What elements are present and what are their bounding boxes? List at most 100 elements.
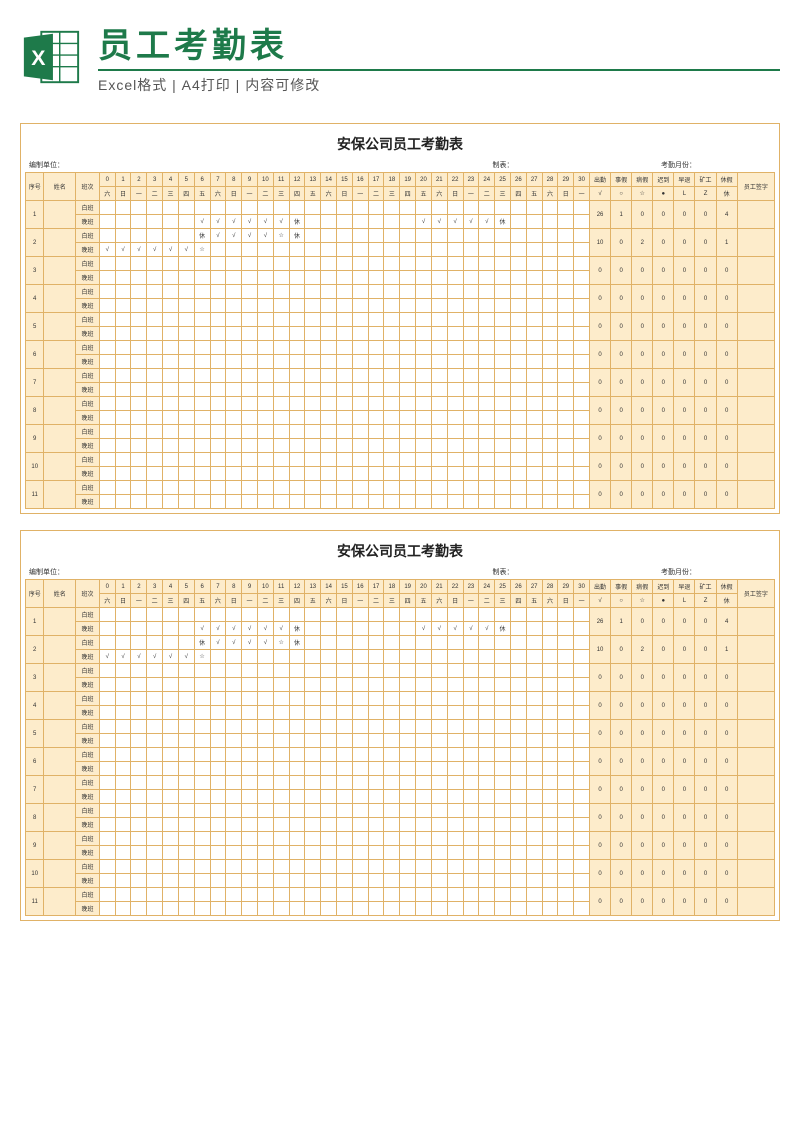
mark-cell (447, 860, 463, 874)
mark-cell (131, 495, 147, 509)
mark-cell (178, 860, 194, 874)
mark-cell (558, 776, 574, 790)
mark-cell (147, 776, 163, 790)
mark-cell (289, 650, 305, 664)
mark-cell (495, 355, 511, 369)
stat-cell: 0 (611, 664, 632, 692)
mark-cell: 休 (194, 229, 210, 243)
mark-cell (368, 201, 384, 215)
mark-cell (337, 678, 353, 692)
mark-cell (242, 762, 258, 776)
mark-cell (210, 425, 226, 439)
mark-cell (210, 285, 226, 299)
mark-cell (447, 327, 463, 341)
mark-cell (495, 636, 511, 650)
mark-cell (510, 201, 526, 215)
mark-cell: √ (431, 215, 447, 229)
mark-cell (558, 313, 574, 327)
weekday: 日 (115, 187, 131, 201)
weekday: 四 (400, 594, 416, 608)
mark-cell (526, 860, 542, 874)
mark-cell (242, 818, 258, 832)
mark-cell (400, 481, 416, 495)
stat-cell: 0 (611, 285, 632, 313)
mark-cell (558, 678, 574, 692)
mark-cell (400, 215, 416, 229)
mark-cell: √ (163, 650, 179, 664)
mark-cell (416, 860, 432, 874)
mark-cell (257, 692, 273, 706)
mark-cell (510, 257, 526, 271)
mark-cell (558, 860, 574, 874)
stat-cell: 0 (674, 425, 695, 453)
mark-cell (479, 439, 495, 453)
mark-cell (226, 467, 242, 481)
mark-cell (510, 846, 526, 860)
mark-cell (431, 201, 447, 215)
mark-cell (194, 874, 210, 888)
stat-cell: 0 (653, 285, 674, 313)
mark-cell (479, 355, 495, 369)
mark-cell (273, 804, 289, 818)
mark-cell (194, 313, 210, 327)
mark-cell (147, 748, 163, 762)
mark-cell (463, 734, 479, 748)
mark-cell (289, 271, 305, 285)
shift-night: 晚班 (76, 706, 100, 720)
mark-cell (337, 762, 353, 776)
mark-cell (337, 201, 353, 215)
mark-cell (368, 664, 384, 678)
stat-cell: 0 (674, 481, 695, 509)
mark-cell (305, 411, 321, 425)
mark-cell (416, 383, 432, 397)
weekday: 一 (131, 594, 147, 608)
mark-cell (115, 888, 131, 902)
mark-cell (574, 860, 590, 874)
mark-cell (115, 748, 131, 762)
mark-cell (305, 874, 321, 888)
mark-cell (368, 860, 384, 874)
mark-cell (178, 229, 194, 243)
seq-cell: 1 (26, 608, 44, 636)
mark-cell (542, 495, 558, 509)
mark-cell (431, 467, 447, 481)
mark-cell (305, 748, 321, 762)
mark-cell (289, 243, 305, 257)
mark-cell: √ (178, 243, 194, 257)
mark-cell (352, 383, 368, 397)
mark-cell (368, 762, 384, 776)
mark-cell (242, 243, 258, 257)
mark-cell (210, 818, 226, 832)
stat-head: 病假 (632, 580, 653, 594)
mark-cell (463, 439, 479, 453)
mark-cell (131, 818, 147, 832)
stat-cell: 0 (590, 664, 611, 692)
shift-night: 晚班 (76, 762, 100, 776)
mark-cell (431, 229, 447, 243)
weekday: 四 (510, 187, 526, 201)
stat-cell: 0 (632, 804, 653, 832)
mark-cell (463, 860, 479, 874)
mark-cell (416, 453, 432, 467)
stat-cell: 0 (590, 285, 611, 313)
mark-cell (321, 832, 337, 846)
mark-cell (447, 664, 463, 678)
mark-cell (99, 383, 115, 397)
mark-cell (416, 692, 432, 706)
mark-cell (400, 397, 416, 411)
mark-cell (337, 874, 353, 888)
mark-cell (147, 215, 163, 229)
mark-cell (210, 706, 226, 720)
mark-cell (400, 313, 416, 327)
meta-row: 编制单位：制表：考勤月份： (25, 158, 775, 172)
mark-cell (242, 369, 258, 383)
mark-cell (321, 453, 337, 467)
mark-cell (368, 874, 384, 888)
mark-cell: ☆ (273, 636, 289, 650)
mark-cell (495, 720, 511, 734)
mark-cell (558, 215, 574, 229)
shift-day: 白班 (76, 369, 100, 383)
mark-cell (510, 888, 526, 902)
mark-cell (495, 271, 511, 285)
stat-cell: 0 (632, 257, 653, 285)
